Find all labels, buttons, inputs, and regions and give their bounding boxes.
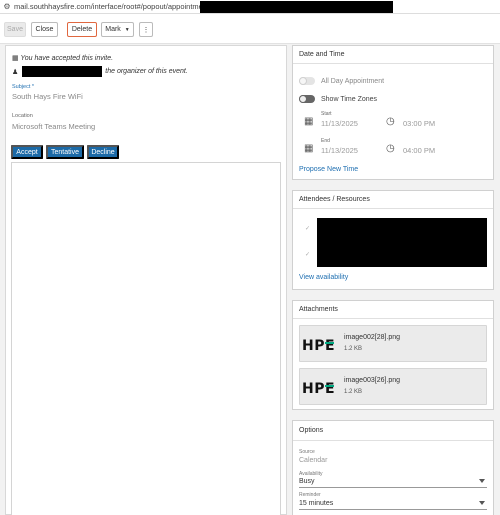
attendees-panel: Attendees / Resources ✓ ✓ View availabil…: [292, 190, 494, 290]
accepted-notice: ▦ You have accepted this invite.: [12, 54, 113, 62]
clock-icon[interactable]: ◷: [386, 143, 395, 154]
hpe-logo-thumbnail: HPE: [302, 338, 336, 354]
start-date-field[interactable]: 11/13/2025: [321, 119, 358, 128]
attachment-item[interactable]: HPE image003[26].png 1.2 KB: [299, 368, 487, 405]
site-settings-icon[interactable]: ⚙: [0, 2, 14, 11]
attachment-item[interactable]: HPE image002[28].png 1.2 KB: [299, 325, 487, 362]
mark-label: Mark: [105, 26, 121, 33]
calendar-icon[interactable]: ▦: [304, 143, 313, 154]
time-zones-toggle-row[interactable]: Show Time Zones: [299, 95, 377, 103]
options-header: Options: [293, 421, 493, 441]
redacted-attendees: [317, 218, 487, 267]
subject-field[interactable]: South Hays Fire WiFi: [12, 92, 83, 101]
close-button[interactable]: Close: [31, 22, 58, 37]
organizer-text: the organizer of this event.: [105, 68, 188, 75]
date-time-header: Date and Time: [293, 46, 493, 64]
attachments-panel: Attachments HPE image002[28].png 1.2 KB …: [292, 300, 494, 410]
decline-button[interactable]: Decline: [87, 145, 119, 159]
attachments-header: Attachments: [293, 301, 493, 319]
check-icon: ✓: [305, 226, 311, 232]
browser-url-bar[interactable]: ⚙ mail.southhaysfire.com/interface/root#…: [0, 0, 500, 14]
url-text[interactable]: mail.southhaysfire.com/interface/root#/p…: [14, 2, 209, 11]
start-label: Start: [321, 111, 332, 117]
time-zones-label: Show Time Zones: [321, 95, 378, 103]
availability-select[interactable]: Busy: [299, 477, 487, 488]
message-body[interactable]: [11, 162, 281, 515]
reminder-value: 15 minutes: [299, 500, 334, 507]
tentative-button[interactable]: Tentative: [46, 145, 84, 159]
attachment-name: image003[26].png: [344, 377, 401, 384]
end-label: End: [321, 138, 330, 144]
delete-button[interactable]: Delete: [67, 22, 97, 37]
accepted-text: You have accepted this invite.: [20, 55, 114, 62]
attachment-size: 1.2 KB: [344, 346, 363, 352]
source-value: Calendar: [299, 457, 328, 464]
availability-value: Busy: [299, 478, 315, 485]
check-icon: ✓: [305, 252, 311, 258]
options-panel: Options Source Calendar Availability Bus…: [292, 420, 494, 515]
calendar-icon: ▦: [12, 55, 19, 62]
all-day-toggle[interactable]: [299, 77, 315, 85]
hpe-logo-accent: [325, 342, 334, 344]
attachment-name: image002[28].png: [344, 334, 401, 341]
chevron-down-icon: [479, 501, 485, 505]
toolbar: Save Close Delete Mark ▼ ⋮: [0, 14, 500, 44]
end-date-field[interactable]: 11/13/2025: [321, 146, 358, 155]
reminder-label: Reminder: [299, 492, 321, 498]
location-label: Location: [12, 113, 33, 119]
mark-button[interactable]: Mark ▼: [101, 22, 134, 37]
view-availability-link[interactable]: View availability: [299, 274, 348, 281]
all-day-label: All Day Appointment: [321, 77, 385, 85]
calendar-icon[interactable]: ▦: [304, 116, 313, 127]
attachment-size: 1.2 KB: [344, 389, 363, 395]
end-time-field[interactable]: 04:00 PM: [403, 146, 435, 155]
more-options-button[interactable]: ⋮: [139, 22, 153, 37]
date-time-panel: Date and Time All Day Appointment Show T…: [292, 45, 494, 180]
save-button[interactable]: Save: [4, 22, 26, 37]
propose-new-time-link[interactable]: Propose New Time: [299, 166, 358, 173]
hpe-logo-thumbnail: HPE: [302, 381, 336, 397]
redacted-organizer: [22, 66, 103, 77]
reminder-select[interactable]: 15 minutes: [299, 499, 487, 510]
chevron-down-icon: [479, 479, 485, 483]
subject-label: Subject *: [12, 84, 35, 90]
appointment-details-pane: ▦ You have accepted this invite. ♟ the o…: [5, 45, 287, 515]
all-day-toggle-row[interactable]: All Day Appointment: [299, 77, 384, 85]
redacted-block: [200, 1, 393, 13]
hpe-logo-accent: [325, 385, 334, 387]
clock-icon[interactable]: ◷: [386, 116, 395, 127]
person-icon: ♟: [12, 68, 19, 76]
organizer-notice: ♟ the organizer of this event.: [12, 66, 188, 77]
time-zones-toggle[interactable]: [299, 95, 315, 103]
attendees-header: Attendees / Resources: [293, 191, 493, 209]
source-label: Source: [299, 449, 315, 455]
chevron-down-icon: ▼: [124, 26, 130, 33]
location-field[interactable]: Microsoft Teams Meeting: [12, 122, 95, 131]
accept-button[interactable]: Accept: [11, 145, 43, 159]
start-time-field[interactable]: 03:00 PM: [403, 119, 435, 128]
